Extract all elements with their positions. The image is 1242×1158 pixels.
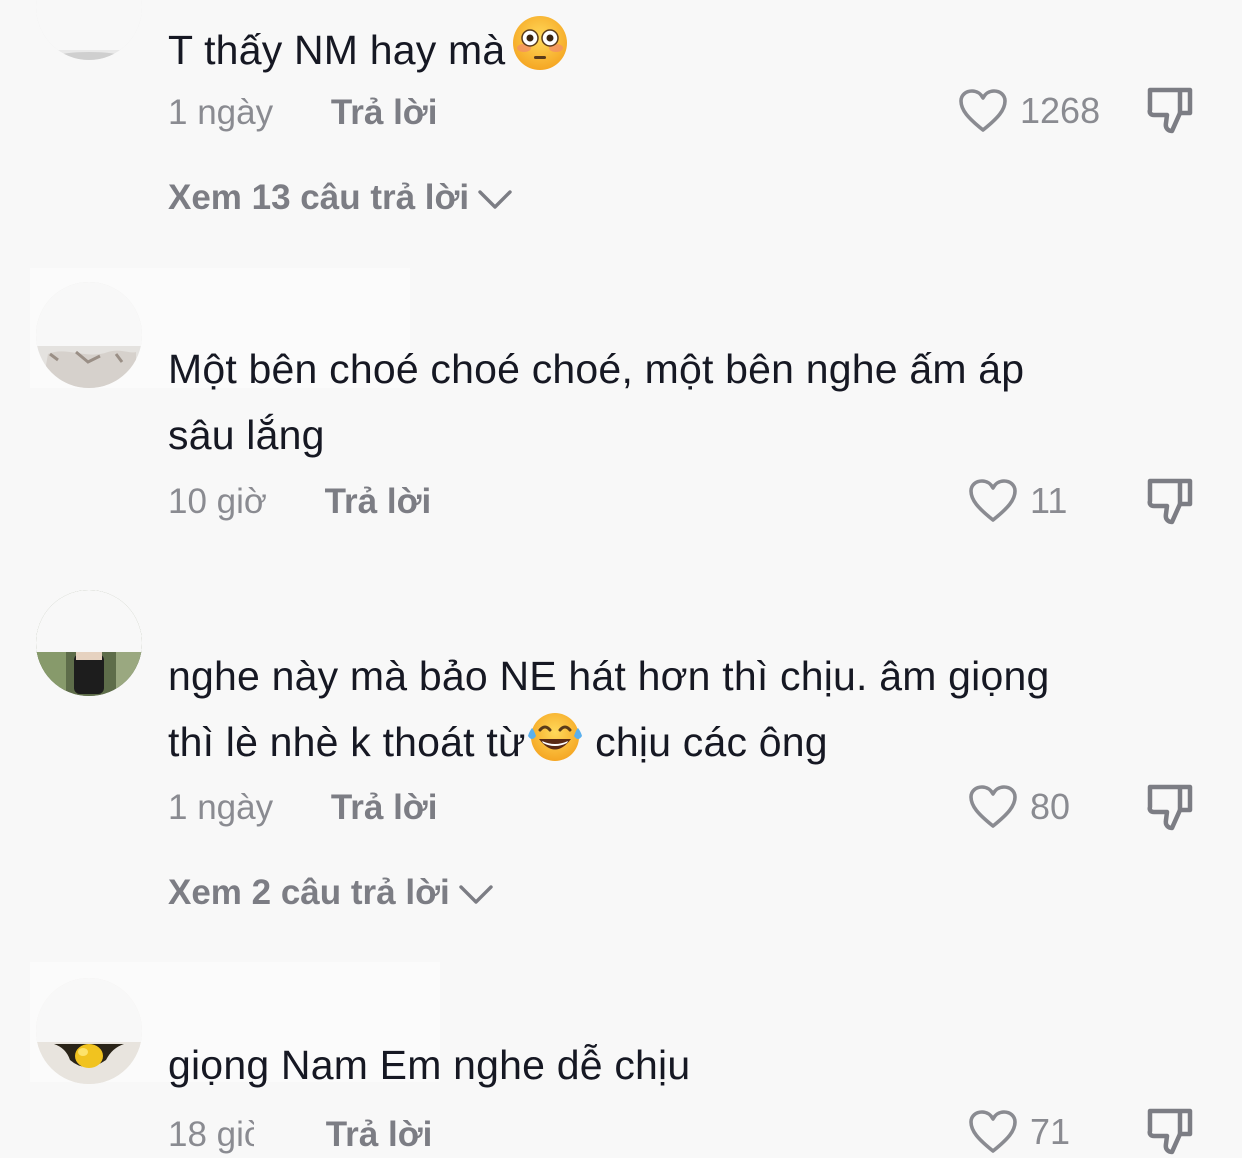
view-replies-button[interactable]: Xem 2 câu trả lời (168, 871, 494, 915)
chevron-down-icon (478, 190, 512, 209)
comment-meta: 10 giờ Trả lời (168, 480, 431, 524)
dislike-icon[interactable] (1144, 1106, 1196, 1158)
avatar[interactable] (36, 978, 142, 1084)
tears-of-joy-icon (526, 710, 584, 783)
like-button[interactable]: 1268 (958, 87, 1100, 135)
like-button[interactable]: 80 (968, 783, 1070, 831)
comment-meta: 18 giờ Trả lời (168, 1113, 468, 1157)
view-replies-button[interactable]: Xem 13 câu trả lời (168, 176, 513, 220)
reply-button[interactable]: Trả lời (331, 91, 438, 135)
comment-time: 1 ngày (168, 788, 274, 827)
chevron-down-icon (458, 885, 493, 904)
reply-button[interactable]: Trả lời (326, 1113, 433, 1157)
dislike-icon[interactable] (1144, 85, 1196, 137)
like-count: 1268 (1020, 90, 1101, 131)
heart-icon (959, 89, 1007, 132)
like-count: 71 (1030, 1111, 1071, 1152)
heart-icon (969, 1110, 1017, 1153)
heart-icon (969, 479, 1017, 522)
like-count: 11 (1030, 480, 1068, 521)
comment-text: T thấy NM hay mà (168, 14, 1178, 91)
reply-button[interactable]: Trả lời (331, 786, 438, 830)
reply-button[interactable]: Trả lời (325, 480, 432, 524)
like-button[interactable]: 11 (968, 477, 1067, 525)
comment-text: Một bên choé choé choé, một bên nghe ấm … (168, 346, 1025, 458)
dislike-icon[interactable] (1144, 782, 1196, 834)
heart-icon (969, 785, 1017, 828)
dislike-icon[interactable] (1144, 476, 1196, 528)
comment-text: giọng Nam Em nghe dễ chịu (168, 1042, 691, 1088)
comment-time: 1 ngày (168, 93, 274, 132)
like-button[interactable]: 71 (968, 1108, 1070, 1156)
flushed-face-icon (511, 14, 569, 91)
comment-meta: 1 ngày Trả lời (168, 91, 437, 135)
avatar[interactable] (36, 590, 142, 696)
comment-time: 10 giờ (168, 482, 267, 521)
avatar[interactable] (36, 0, 142, 60)
like-count: 80 (1030, 786, 1071, 827)
comment-meta: 1 ngày Trả lời (168, 786, 437, 830)
comment-text: nghe này mà bảo NE hát hơn thì chịu. âm … (168, 643, 1178, 783)
comment-time: 18 giờ (168, 1115, 254, 1154)
avatar[interactable] (36, 282, 142, 388)
